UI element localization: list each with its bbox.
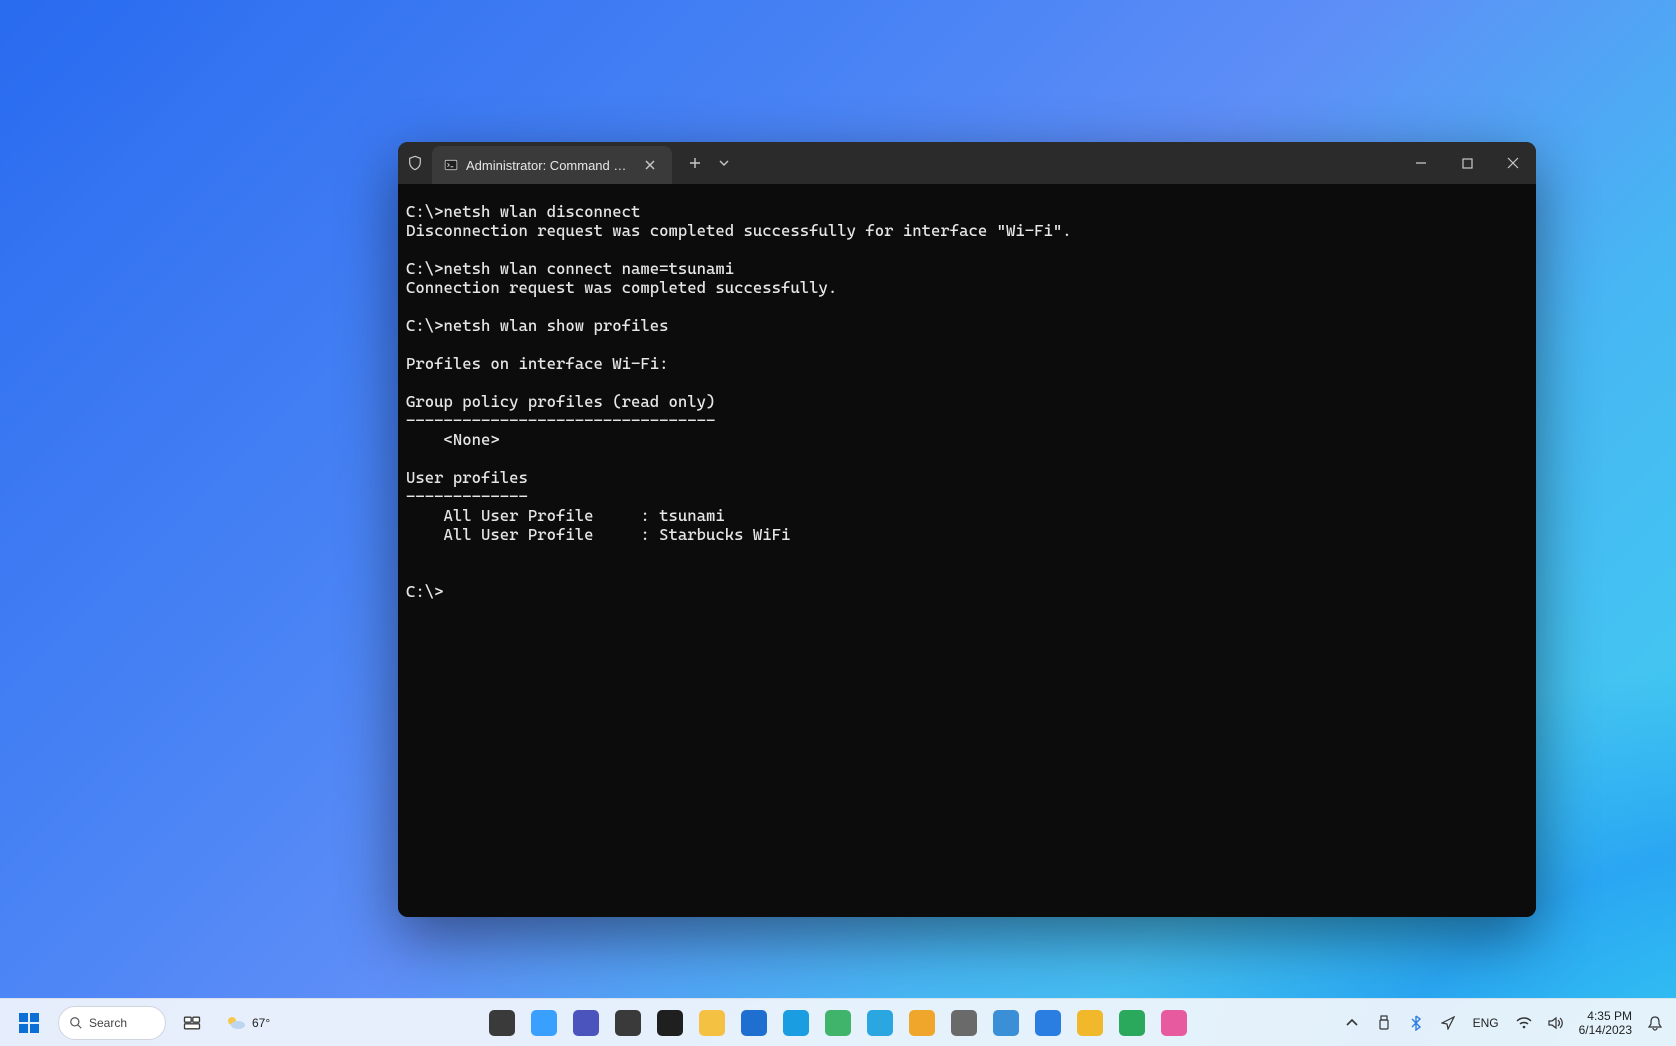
titlebar[interactable]: Administrator: Command Pro [398,142,1536,184]
edge-dev-icon [867,1010,893,1036]
paint-icon [1161,1010,1187,1036]
weather-icon [224,1011,248,1035]
taskbar-app-outlook[interactable] [736,1005,772,1041]
minimize-button[interactable] [1398,142,1444,184]
clock-time: 4:35 PM [1579,1009,1632,1023]
task-view-icon [489,1010,515,1036]
task-view-icon [182,1013,202,1033]
new-tab-button[interactable] [678,142,712,184]
close-icon [1507,157,1519,169]
edge-beta-icon [825,1010,851,1036]
tray-location-icon[interactable] [1435,1003,1461,1043]
taskbar-app-calendar[interactable] [1030,1005,1066,1041]
app-green-icon [1119,1010,1145,1036]
chrome-icon [1077,1010,1103,1036]
bluetooth-icon [1410,1015,1422,1031]
terminal-output[interactable]: C:\>netsh wlan disconnect Disconnection … [398,184,1536,917]
close-icon [645,160,655,170]
desktop: Administrator: Command Pro [0,0,1676,1046]
volume-icon [1548,1016,1564,1030]
taskbar-app-weather-app[interactable] [526,1005,562,1041]
taskbar-app-paint[interactable] [1156,1005,1192,1041]
location-icon [1441,1016,1455,1030]
edge-icon [783,1010,809,1036]
window-close-button[interactable] [1490,142,1536,184]
tray-volume-icon[interactable] [1543,1003,1569,1043]
outlook-icon [741,1010,767,1036]
weather-widget[interactable]: 67° [218,1003,276,1043]
tray-usb-icon[interactable] [1371,1003,1397,1043]
teams-icon [573,1010,599,1036]
taskbar-app-file-explorer[interactable] [694,1005,730,1041]
taskbar-app-store[interactable] [946,1005,982,1041]
wifi-icon [1516,1016,1532,1030]
settings-icon [615,1010,641,1036]
tray-overflow-button[interactable] [1339,1003,1365,1043]
taskbar-app-teams[interactable] [568,1005,604,1041]
clock-date: 6/14/2023 [1579,1023,1632,1037]
search-label: Search [89,1016,127,1030]
tray-network-icon[interactable] [1511,1003,1537,1043]
taskbar-search[interactable]: Search [58,1006,166,1040]
usb-icon [1377,1015,1391,1031]
plus-icon [689,157,701,169]
windows-logo-icon [18,1012,40,1034]
taskbar-app-notepad[interactable] [988,1005,1024,1041]
taskbar-app-task-view[interactable] [484,1005,520,1041]
language-indicator[interactable]: ENG [1467,1003,1505,1043]
tab-title: Administrator: Command Pro [466,158,632,173]
notepad-icon [993,1010,1019,1036]
taskbar-app-edge-dev[interactable] [862,1005,898,1041]
terminal-window: Administrator: Command Pro [398,142,1536,917]
taskbar-app-app-green[interactable] [1114,1005,1150,1041]
tab-close-button[interactable] [640,155,660,175]
titlebar-drag-region[interactable] [736,142,1398,184]
maximize-button[interactable] [1444,142,1490,184]
taskbar: Search 67° [0,998,1676,1046]
taskbar-app-edge[interactable] [778,1005,814,1041]
terminal-tab[interactable]: Administrator: Command Pro [432,146,672,184]
store-icon [951,1010,977,1036]
taskbar-app-edge-beta[interactable] [820,1005,856,1041]
search-icon [69,1016,83,1030]
edge-canary-icon [909,1010,935,1036]
terminal-icon [657,1010,683,1036]
admin-shield-icon [398,142,432,184]
tray-bluetooth-icon[interactable] [1403,1003,1429,1043]
taskbar-app-edge-canary[interactable] [904,1005,940,1041]
notification-center-button[interactable] [1642,1003,1668,1043]
taskbar-clock[interactable]: 4:35 PM 6/14/2023 [1575,1009,1636,1037]
cmd-tab-icon [444,158,458,172]
start-button[interactable] [8,1002,50,1044]
taskbar-app-terminal[interactable] [652,1005,688,1041]
weather-app-icon [531,1010,557,1036]
bell-icon [1647,1015,1663,1031]
weather-temp: 67° [252,1016,270,1030]
chevron-down-icon [719,158,729,168]
calendar-icon [1035,1010,1061,1036]
file-explorer-icon [699,1010,725,1036]
chevron-up-icon [1346,1017,1358,1029]
taskbar-app-settings[interactable] [610,1005,646,1041]
tab-dropdown-button[interactable] [712,142,736,184]
taskbar-app-chrome[interactable] [1072,1005,1108,1041]
task-view-button[interactable] [174,1005,210,1041]
minimize-icon [1415,157,1427,169]
maximize-icon [1462,158,1473,169]
